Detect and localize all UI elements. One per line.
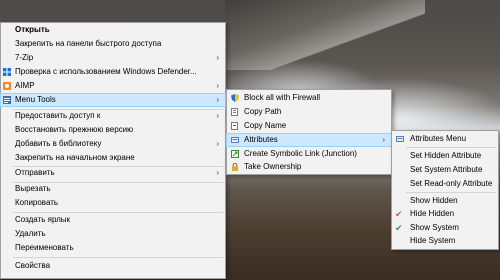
menu-item-set-readonly[interactable]: Set Read-only Attribute — [392, 178, 498, 190]
lock-icon — [231, 162, 239, 171]
menu-item-symbolic-link[interactable]: Create Symbolic Link (Junction) — [227, 148, 391, 160]
chevron-right-icon: › — [216, 81, 219, 90]
menu-item-send-to[interactable]: Отправить › — [1, 167, 225, 179]
menu-item-label: Отправить — [15, 168, 55, 177]
shield-icon — [231, 94, 239, 102]
checkmark-red-icon: ✔ — [395, 209, 403, 219]
menu-item-label: AIMP — [15, 81, 35, 90]
attributes-submenu: Attributes Menu Set Hidden Attribute Set… — [391, 130, 499, 250]
menu-item-label: Создать ярлык — [15, 215, 71, 224]
chevron-right-icon: › — [216, 139, 219, 148]
aimp-icon — [3, 82, 11, 90]
checkmark-green-icon: ✔ — [395, 223, 403, 233]
menu-item-take-ownership[interactable]: Take Ownership — [227, 161, 391, 173]
menu-item-set-system[interactable]: Set System Attribute — [392, 164, 498, 176]
chevron-right-icon: › — [216, 95, 219, 104]
menu-item-restore-version[interactable]: Восстановить прежнюю версию — [1, 124, 225, 136]
menu-item-give-access[interactable]: Предоставить доступ к › — [1, 110, 225, 122]
menu-item-delete[interactable]: Удалить — [1, 228, 225, 240]
menu-separator — [406, 192, 496, 193]
attributes-icon — [231, 136, 239, 144]
chevron-right-icon: › — [216, 111, 219, 120]
menu-item-label: Свойства — [15, 261, 51, 270]
menu-item-copy[interactable]: Копировать — [1, 197, 225, 209]
menu-item-label: Восстановить прежнюю версию — [15, 125, 134, 134]
menu-item-attributes[interactable]: Attributes › — [226, 133, 392, 147]
menu-item-label: Удалить — [15, 229, 46, 238]
menu-item-label: Set System Attribute — [410, 165, 483, 174]
menu-item-label: Copy Name — [244, 121, 287, 130]
menu-item-attributes-menu[interactable]: Attributes Menu — [392, 133, 498, 145]
menu-item-label: Hide System — [410, 236, 456, 245]
menu-item-label: 7-Zip — [15, 53, 34, 62]
menu-item-copy-name[interactable]: Copy Name — [227, 120, 391, 132]
menu-tools-icon — [3, 96, 11, 104]
menu-item-create-shortcut[interactable]: Создать ярлык — [1, 214, 225, 226]
menu-item-block-firewall[interactable]: Block all with Firewall — [227, 92, 391, 104]
menu-item-pin-quick-access[interactable]: Закрепить на панели быстрого доступа — [1, 38, 225, 50]
copy-path-icon — [231, 108, 239, 116]
menu-item-label: Take Ownership — [244, 162, 302, 171]
menu-item-7zip[interactable]: 7-Zip › — [1, 52, 225, 64]
menu-item-cut[interactable]: Вырезать — [1, 183, 225, 195]
menu-item-label: Menu Tools — [15, 95, 56, 104]
chevron-right-icon: › — [382, 135, 385, 144]
menu-item-label: Set Read-only Attribute — [410, 179, 493, 188]
menu-item-label: Copy Path — [244, 107, 282, 116]
menu-item-label: Копировать — [15, 198, 59, 207]
menu-item-label: Добавить в библиотеку — [15, 139, 102, 148]
menu-item-label: Проверка с использованием Windows Defend… — [15, 67, 197, 76]
menu-item-label: Закрепить на начальном экране — [15, 153, 135, 162]
copy-name-icon — [231, 122, 239, 130]
menu-item-menu-tools[interactable]: Menu Tools › — [0, 93, 226, 107]
menu-item-show-system[interactable]: ✔ Show System — [392, 222, 498, 234]
windows-defender-icon — [3, 68, 11, 76]
menu-item-label: Block all with Firewall — [244, 93, 321, 102]
attributes-menu-icon — [396, 135, 404, 143]
chevron-right-icon: › — [216, 53, 219, 62]
context-menu: Открыть Закрепить на панели быстрого дос… — [0, 22, 226, 279]
menu-item-label: Create Symbolic Link (Junction) — [244, 149, 357, 158]
menu-tools-submenu: Block all with Firewall Copy Path Copy N… — [226, 89, 392, 175]
menu-item-label: Show Hidden — [410, 196, 458, 205]
menu-item-label: Предоставить доступ к — [15, 111, 101, 120]
menu-item-properties[interactable]: Свойства — [1, 260, 225, 272]
menu-item-add-to-library[interactable]: Добавить в библиотеку › — [1, 138, 225, 150]
menu-item-label: Attributes — [244, 135, 278, 144]
menu-item-set-hidden[interactable]: Set Hidden Attribute — [392, 150, 498, 162]
menu-item-label: Set Hidden Attribute — [410, 151, 482, 160]
menu-item-aimp[interactable]: AIMP › — [1, 80, 225, 92]
menu-item-open[interactable]: Открыть — [1, 24, 225, 36]
menu-item-label: Hide Hidden — [410, 209, 455, 218]
menu-separator — [13, 257, 223, 258]
menu-item-label: Attributes Menu — [410, 134, 467, 143]
menu-item-copy-path[interactable]: Copy Path — [227, 106, 391, 118]
mountain-peak — [225, 0, 425, 70]
menu-item-hide-hidden[interactable]: ✔ Hide Hidden — [392, 208, 498, 220]
link-icon — [231, 150, 239, 158]
menu-item-defender[interactable]: Проверка с использованием Windows Defend… — [1, 66, 225, 78]
menu-item-show-hidden[interactable]: Show Hidden — [392, 195, 498, 207]
menu-item-label: Переименовать — [15, 243, 74, 252]
menu-item-label: Открыть — [15, 25, 50, 34]
menu-item-hide-system[interactable]: Hide System — [392, 235, 498, 247]
menu-separator — [406, 147, 496, 148]
menu-item-label: Закрепить на панели быстрого доступа — [15, 39, 162, 48]
chevron-right-icon: › — [216, 168, 219, 177]
menu-item-pin-start[interactable]: Закрепить на начальном экране — [1, 152, 225, 164]
menu-item-label: Show System — [410, 223, 459, 232]
menu-item-label: Вырезать — [15, 184, 51, 193]
menu-separator — [13, 212, 223, 213]
menu-item-rename[interactable]: Переименовать — [1, 242, 225, 254]
